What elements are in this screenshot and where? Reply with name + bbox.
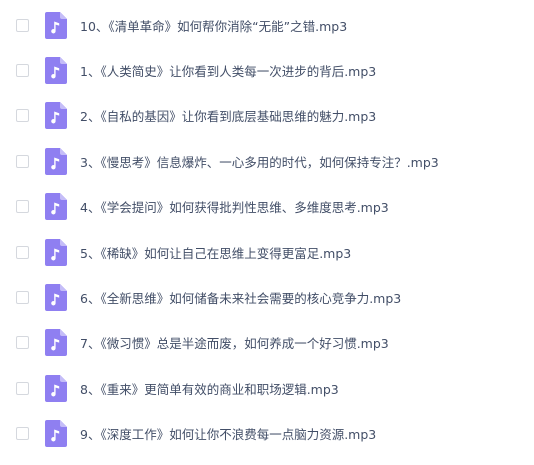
- file-row-10[interactable]: 9、《深度工作》如何让你不浪费每一点脑力资源.mp3: [0, 411, 534, 457]
- row-checkbox[interactable]: [16, 381, 29, 395]
- audio-file-icon: [45, 56, 67, 84]
- file-name[interactable]: 2、《自私的基因》让你看到底层基础思维的魅力.mp3: [80, 106, 376, 125]
- audio-file-icon: [45, 329, 67, 357]
- row-checkbox[interactable]: [16, 18, 29, 32]
- file-name[interactable]: 10、《清单革命》如何帮你消除“无能”之错.mp3: [80, 16, 347, 35]
- file-name[interactable]: 6、《全新思维》如何储备未来社会需要的核心竞争力.mp3: [80, 288, 401, 307]
- file-row-5[interactable]: 4、《学会提问》如何获得批判性思维、多维度思考.mp3: [0, 184, 534, 230]
- row-checkbox[interactable]: [16, 109, 29, 123]
- row-checkbox[interactable]: [16, 290, 29, 304]
- file-name[interactable]: 4、《学会提问》如何获得批判性思维、多维度思考.mp3: [80, 197, 389, 216]
- audio-file-icon: [45, 238, 67, 266]
- audio-file-icon: [45, 193, 67, 221]
- audio-file-icon: [45, 11, 67, 39]
- audio-file-icon: [45, 283, 67, 311]
- file-list: 10、《清单革命》如何帮你消除“无能”之错.mp3 1、《人类简史》让你看到人类…: [0, 0, 534, 465]
- file-row-3[interactable]: 2、《自私的基因》让你看到底层基础思维的魅力.mp3: [0, 93, 534, 139]
- file-row-6[interactable]: 5、《稀缺》如何让自己在思维上变得更富足.mp3: [0, 229, 534, 275]
- row-checkbox[interactable]: [16, 427, 29, 441]
- file-row-2[interactable]: 1、《人类简史》让你看到人类每一次进步的背后.mp3: [0, 47, 534, 93]
- file-name[interactable]: 7、《微习惯》总是半途而废，如何养成一个好习惯.mp3: [80, 333, 389, 352]
- file-name[interactable]: 5、《稀缺》如何让自己在思维上变得更富足.mp3: [80, 243, 351, 262]
- audio-file-icon: [45, 147, 67, 175]
- file-name[interactable]: 1、《人类简史》让你看到人类每一次进步的背后.mp3: [80, 61, 376, 80]
- audio-file-icon: [45, 102, 67, 130]
- row-checkbox[interactable]: [16, 63, 29, 77]
- row-checkbox[interactable]: [16, 336, 29, 350]
- file-row-8[interactable]: 7、《微习惯》总是半途而废，如何养成一个好习惯.mp3: [0, 320, 534, 366]
- file-name[interactable]: 9、《深度工作》如何让你不浪费每一点脑力资源.mp3: [80, 424, 376, 443]
- file-row-1[interactable]: 10、《清单革命》如何帮你消除“无能”之错.mp3: [0, 2, 534, 48]
- file-row-4[interactable]: 3、《慢思考》信息爆炸、一心多用的时代，如何保持专注？.mp3: [0, 138, 534, 184]
- file-name[interactable]: 3、《慢思考》信息爆炸、一心多用的时代，如何保持专注？.mp3: [80, 152, 439, 171]
- file-row-9[interactable]: 8、《重来》更简单有效的商业和职场逻辑.mp3: [0, 365, 534, 411]
- row-checkbox[interactable]: [16, 154, 29, 168]
- file-row-7[interactable]: 6、《全新思维》如何储备未来社会需要的核心竞争力.mp3: [0, 274, 534, 320]
- row-checkbox[interactable]: [16, 245, 29, 259]
- audio-file-icon: [45, 374, 67, 402]
- row-checkbox[interactable]: [16, 200, 29, 214]
- audio-file-icon: [45, 420, 67, 448]
- file-name[interactable]: 8、《重来》更简单有效的商业和职场逻辑.mp3: [80, 379, 339, 398]
